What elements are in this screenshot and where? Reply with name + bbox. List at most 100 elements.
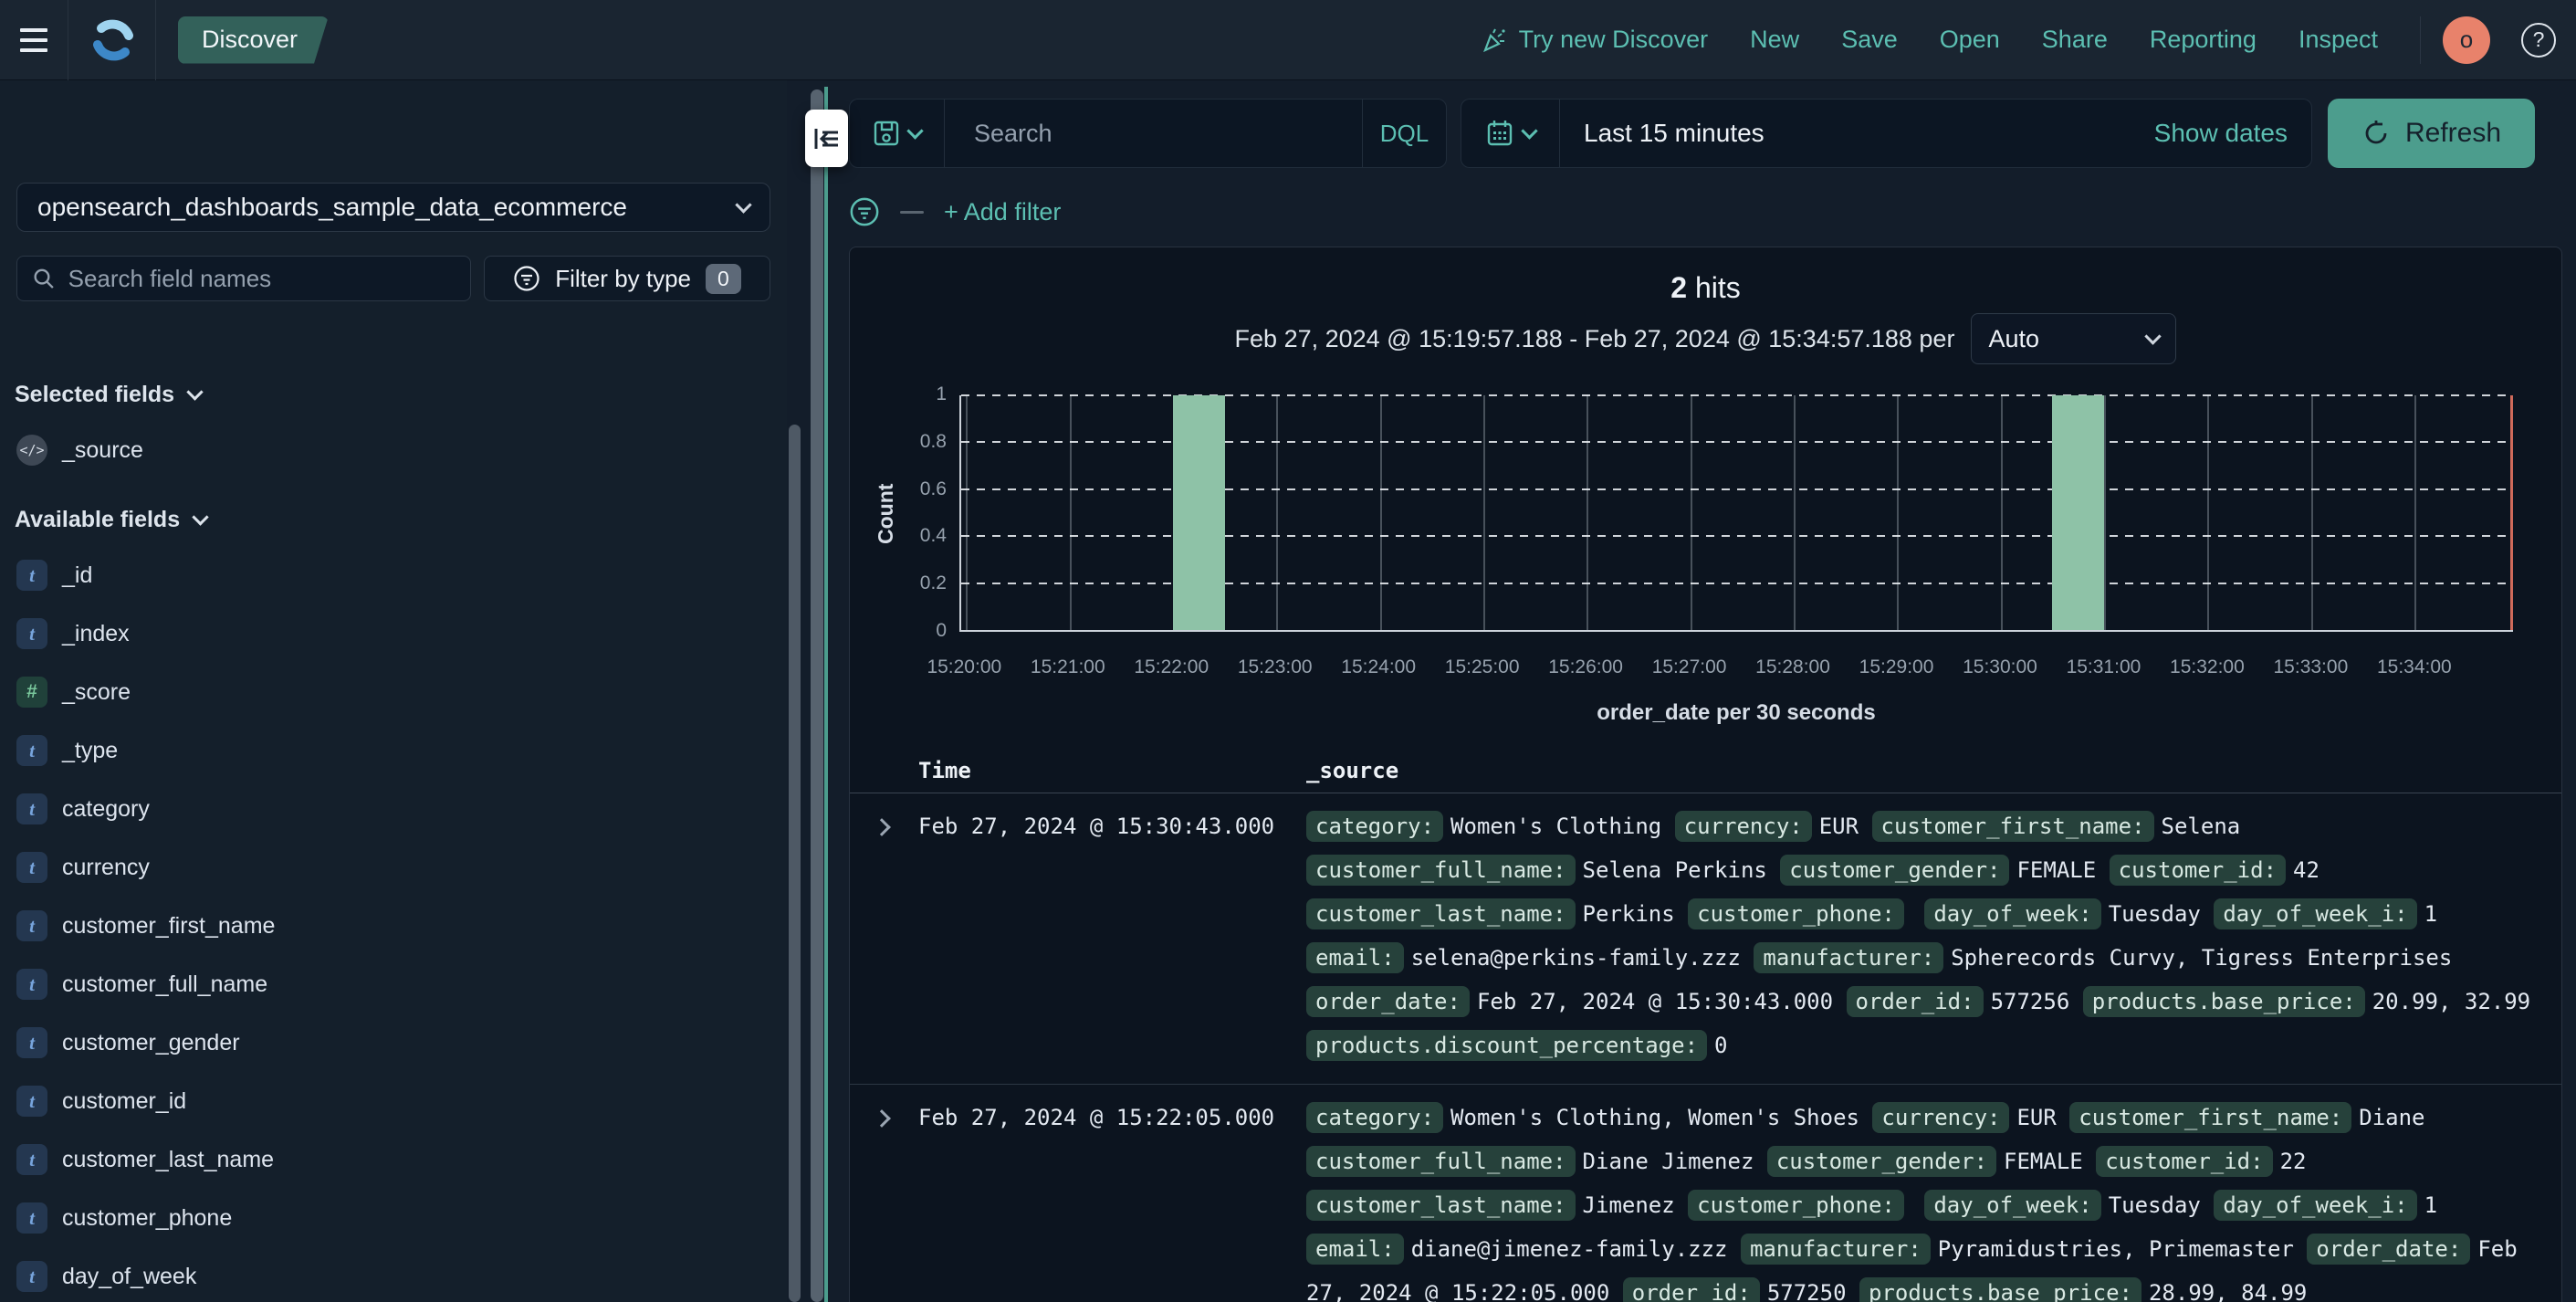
x-gridline (2103, 395, 2106, 630)
user-avatar[interactable]: o (2443, 16, 2490, 64)
show-dates-button[interactable]: Show dates (2154, 119, 2311, 148)
nav-item-reporting[interactable]: Reporting (2150, 26, 2257, 54)
top-navigation-bar: Discover Try new Discover New Save Open Shar… (0, 0, 2576, 80)
field-name-badge[interactable]: manufacturer: (1754, 942, 1944, 973)
field-name-badge[interactable]: day_of_week_i: (2214, 898, 2417, 929)
field-name-badge[interactable]: category: (1306, 811, 1444, 842)
field-name-badge[interactable]: order_date: (1306, 986, 1470, 1017)
field-label: _index (62, 620, 130, 646)
results-panel: 2 hits Feb 27, 2024 @ 15:19:57.188 - Feb… (849, 247, 2562, 1302)
search-input[interactable]: Search (945, 120, 1362, 148)
field-name-badge[interactable]: customer_full_name: (1306, 855, 1576, 886)
menu-hamburger-icon[interactable] (0, 0, 68, 80)
time-boundary-line (2510, 395, 2513, 630)
expand-row-icon[interactable] (873, 1109, 891, 1128)
field-item-_index[interactable]: t _index (15, 604, 772, 663)
x-tick-label: 15:34:00 (2376, 656, 2452, 677)
field-name-badge[interactable]: manufacturer: (1740, 1234, 1931, 1265)
field-name-badge[interactable]: customer_gender: (1766, 1146, 1997, 1177)
panel-resizer-handle[interactable] (811, 89, 823, 1302)
x-tick-label: 15:22:00 (1134, 656, 1209, 677)
field-name-badge[interactable]: products.base_price: (1859, 1277, 2141, 1302)
chevron-down-icon (2144, 327, 2162, 345)
field-item-customer_id[interactable]: t customer_id (15, 1072, 772, 1130)
field-item-_source[interactable]: </> _source (15, 421, 772, 479)
field-name-badge[interactable]: category: (1306, 1102, 1444, 1133)
field-item-customer_first_name[interactable]: t customer_first_name (15, 897, 772, 955)
histogram-bar[interactable] (2052, 395, 2104, 630)
saved-filters-icon[interactable] (849, 196, 880, 227)
field-item-customer_full_name[interactable]: t customer_full_name (15, 955, 772, 1013)
x-tick-label: 15:23:00 (1237, 656, 1313, 677)
expand-row-icon[interactable] (873, 818, 891, 836)
refresh-button[interactable]: Refresh (2328, 99, 2535, 168)
field-item-category[interactable]: t category (15, 780, 772, 838)
plot-area (959, 394, 2513, 632)
sidebar-scrollbar-thumb[interactable] (789, 425, 801, 1302)
nav-item-share[interactable]: Share (2042, 26, 2108, 54)
field-name-badge[interactable]: customer_last_name: (1306, 1190, 1576, 1221)
histogram-chart[interactable]: Count order_date per 30 seconds 15:20:00… (850, 364, 2561, 725)
field-item-_score[interactable]: # _score (15, 663, 772, 721)
field-name-badge[interactable]: currency: (1674, 811, 1812, 842)
string-field-type-icon: t (16, 1027, 47, 1058)
nav-item-save[interactable]: Save (1841, 26, 1898, 54)
panel-divider (824, 87, 828, 1302)
opensearch-logo[interactable] (68, 0, 156, 80)
add-filter-button[interactable]: + Add filter (944, 198, 1061, 226)
field-item-customer_last_name[interactable]: t customer_last_name (15, 1130, 772, 1189)
query-language-button[interactable]: DQL (1362, 100, 1446, 167)
x-gridline (1793, 395, 1796, 630)
field-name-badge[interactable]: email: (1306, 1234, 1404, 1265)
index-pattern-selector[interactable]: opensearch_dashboards_sample_data_ecomme… (16, 183, 770, 232)
field-name-badge[interactable]: email: (1306, 942, 1404, 973)
field-name-badge[interactable]: order_date: (2307, 1234, 2471, 1265)
date-quick-select-button[interactable] (1461, 100, 1560, 167)
field-name-badge[interactable]: customer_id: (2096, 1146, 2273, 1177)
saved-queries-button[interactable] (850, 100, 945, 167)
table-header-row: Time _source (850, 748, 2561, 793)
nav-item-new[interactable]: New (1750, 26, 1799, 54)
x-gridline (2310, 395, 2313, 630)
field-name-badge[interactable]: order_id: (1846, 986, 1984, 1017)
time-range-value[interactable]: Last 15 minutes (1560, 119, 1764, 148)
field-name-badge[interactable]: customer_last_name: (1306, 898, 1576, 929)
nav-item-inspect[interactable]: Inspect (2299, 26, 2378, 54)
field-name-badge[interactable]: customer_gender: (1780, 855, 2010, 886)
field-item-customer_gender[interactable]: t customer_gender (15, 1013, 772, 1072)
field-name-badge[interactable]: customer_phone: (1688, 1190, 1904, 1221)
histogram-bar[interactable] (1172, 395, 1225, 630)
nav-item-try-new-discover[interactable]: Try new Discover (1481, 26, 1708, 54)
field-search-input[interactable] (68, 264, 456, 293)
field-name-badge[interactable]: customer_first_name: (1871, 811, 2154, 842)
nav-item-open[interactable]: Open (1940, 26, 2000, 54)
field-search-box[interactable] (16, 256, 471, 301)
field-name-badge[interactable]: day_of_week_i: (2214, 1190, 2417, 1221)
field-item-day_of_week[interactable]: t day_of_week (15, 1247, 772, 1302)
string-field-type-icon: t (16, 1202, 47, 1234)
x-gridline (966, 395, 969, 630)
table-row: Feb 27, 2024 @ 15:22:05.000 category: Wome… (850, 1085, 2561, 1302)
field-name-badge[interactable]: day_of_week: (1924, 1190, 2101, 1221)
string-field-type-icon: t (16, 618, 47, 649)
available-fields-heading[interactable]: Available fields (15, 507, 772, 533)
interval-select[interactable]: Auto (1971, 313, 2177, 364)
field-name-badge[interactable]: order_id: (1622, 1277, 1760, 1302)
field-name-badge[interactable]: products.discount_percentage: (1306, 1030, 1708, 1061)
field-name-badge[interactable]: customer_full_name: (1306, 1146, 1576, 1177)
field-item-currency[interactable]: t currency (15, 838, 772, 897)
field-item-customer_phone[interactable]: t customer_phone (15, 1189, 772, 1247)
field-name-badge[interactable]: customer_phone: (1688, 898, 1904, 929)
filter-by-type-button[interactable]: Filter by type 0 (484, 256, 770, 301)
selected-fields-heading[interactable]: Selected fields (15, 382, 772, 408)
collapse-sidebar-button[interactable] (805, 110, 848, 167)
field-name-badge[interactable]: products.base_price: (2082, 986, 2365, 1017)
field-name-badge[interactable]: currency: (1872, 1102, 2010, 1133)
x-gridline (2207, 395, 2210, 630)
field-item-_type[interactable]: t _type (15, 721, 772, 780)
help-icon[interactable]: ? (2521, 22, 2556, 58)
field-name-badge[interactable]: customer_first_name: (2069, 1102, 2352, 1133)
field-name-badge[interactable]: customer_id: (2109, 855, 2287, 886)
field-name-badge[interactable]: day_of_week: (1924, 898, 2101, 929)
field-item-_id[interactable]: t _id (15, 546, 772, 604)
